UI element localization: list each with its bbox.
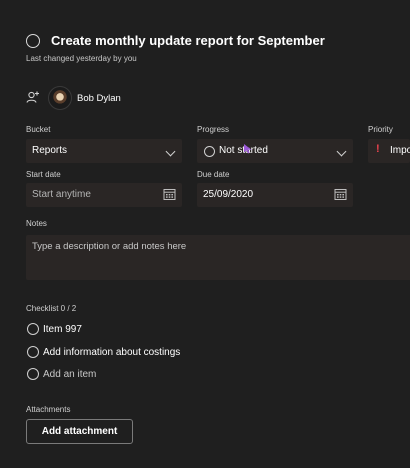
add-attachment-button[interactable]: Add attachment: [26, 419, 133, 444]
start-date-field[interactable]: Start anytime: [26, 183, 182, 207]
notes-label: Notes: [26, 219, 47, 228]
due-date-label: Due date: [197, 170, 230, 179]
priority-label: Priority: [368, 125, 393, 134]
bucket-value: Reports: [32, 145, 68, 156]
due-date-value: 25/09/2020: [203, 189, 254, 200]
avatar[interactable]: [48, 86, 72, 110]
chevron-down-icon: [336, 146, 347, 157]
assignee-name[interactable]: Bob Dylan: [77, 93, 121, 104]
priority-dropdown[interactable]: ! Important: [368, 139, 410, 163]
attachments-label: Attachments: [26, 405, 71, 414]
person-add-icon[interactable]: [26, 90, 40, 104]
add-item-circle: [27, 368, 39, 380]
complete-task-circle[interactable]: [26, 34, 40, 48]
task-title[interactable]: Create monthly update report for Septemb…: [51, 33, 325, 48]
last-changed-text: Last changed yesterday by you: [26, 54, 137, 63]
notes-placeholder: Type a description or add notes here: [32, 241, 187, 252]
checklist-item-checkbox[interactable]: [27, 323, 39, 335]
checklist-item-checkbox[interactable]: [27, 346, 39, 358]
start-date-placeholder: Start anytime: [32, 189, 91, 200]
mouse-cursor-icon: [244, 144, 252, 154]
chevron-down-icon: [165, 146, 176, 157]
checklist-label: Checklist 0 / 2: [26, 304, 77, 313]
start-date-label: Start date: [26, 170, 61, 179]
calendar-icon[interactable]: [163, 188, 176, 201]
notes-textarea[interactable]: Type a description or add notes here: [26, 235, 410, 280]
priority-value: Important: [390, 145, 410, 156]
bucket-label: Bucket: [26, 125, 51, 134]
important-icon: !: [376, 143, 380, 155]
due-date-field[interactable]: 25/09/2020: [197, 183, 353, 207]
add-item-input[interactable]: Add an item: [43, 369, 96, 380]
not-started-icon: [204, 146, 215, 157]
calendar-icon[interactable]: [334, 188, 347, 201]
progress-label: Progress: [197, 125, 230, 134]
checklist-item[interactable]: Item 997: [43, 324, 82, 335]
progress-dropdown[interactable]: Not started: [197, 139, 353, 163]
bucket-dropdown[interactable]: Reports: [26, 139, 182, 163]
checklist-item[interactable]: Add information about costings: [43, 347, 180, 358]
